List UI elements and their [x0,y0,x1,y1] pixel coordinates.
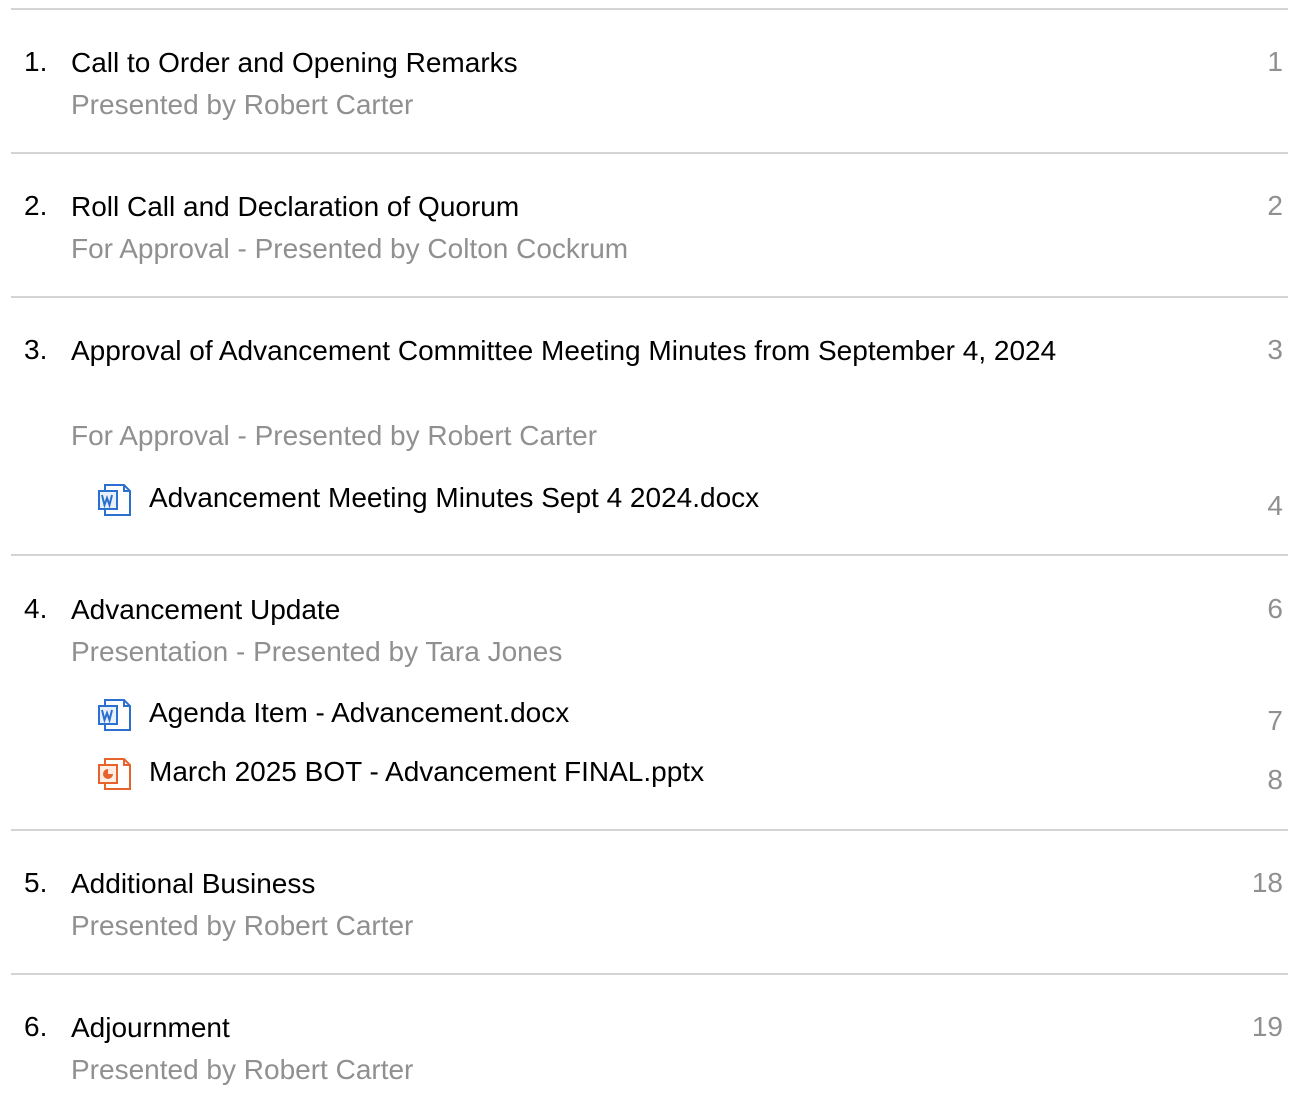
item-page-number: 18 [1251,867,1283,898]
item-page-number: 1 [1267,46,1283,77]
item-page-number: 3 [1267,334,1283,365]
item-presenter: Presented by Robert Carter [71,1054,414,1085]
item-number: 5. [24,867,48,898]
attachment-item[interactable]: Agenda Item - Advancement.docx 7 [0,693,1297,736]
item-presenter: Presented by Robert Carter [71,89,414,120]
item-page-number: 6 [1267,593,1283,624]
item-number: 4. [24,593,48,624]
attachment-page-number: 8 [1267,764,1283,795]
item-presenter: For Approval - Presented by Colton Cockr… [71,233,629,264]
attachment-item[interactable]: March 2025 BOT - Advancement FINAL.pptx … [0,752,1297,795]
divider [11,8,1288,10]
item-presenter: Presented by Robert Carter [71,910,414,941]
attachment-name[interactable]: Agenda Item - Advancement.docx [149,693,569,733]
item-title[interactable]: Adjournment [71,1006,1151,1049]
item-number: 3. [24,334,48,365]
item-presenter: For Approval - Presented by Robert Carte… [71,420,598,451]
item-presenter: Presentation - Presented by Tara Jones [71,636,563,667]
item-number: 1. [24,46,48,77]
item-title[interactable]: Call to Order and Opening Remarks [71,41,1151,84]
item-title[interactable]: Roll Call and Declaration of Quorum [71,185,1151,228]
item-number: 2. [24,190,48,221]
powerpoint-icon [98,758,131,790]
divider [11,554,1288,556]
divider [11,152,1288,154]
item-page-number: 19 [1251,1011,1283,1042]
item-title[interactable]: Additional Business [71,862,1151,905]
attachment-item[interactable]: Advancement Meeting Minutes Sept 4 2024.… [0,478,1297,521]
attachment-name[interactable]: Advancement Meeting Minutes Sept 4 2024.… [149,478,759,518]
attachment-name[interactable]: March 2025 BOT - Advancement FINAL.pptx [149,752,704,792]
divider [11,829,1288,831]
attachment-page-number: 4 [1267,490,1283,521]
item-title[interactable]: Approval of Advancement Committee Meetin… [71,329,1151,372]
word-doc-icon [98,484,131,516]
item-page-number: 2 [1267,190,1283,221]
item-title[interactable]: Advancement Update [71,588,1151,631]
divider [11,973,1288,975]
item-number: 6. [24,1011,48,1042]
divider [11,296,1288,298]
word-doc-icon [98,699,131,731]
attachment-page-number: 7 [1267,705,1283,736]
